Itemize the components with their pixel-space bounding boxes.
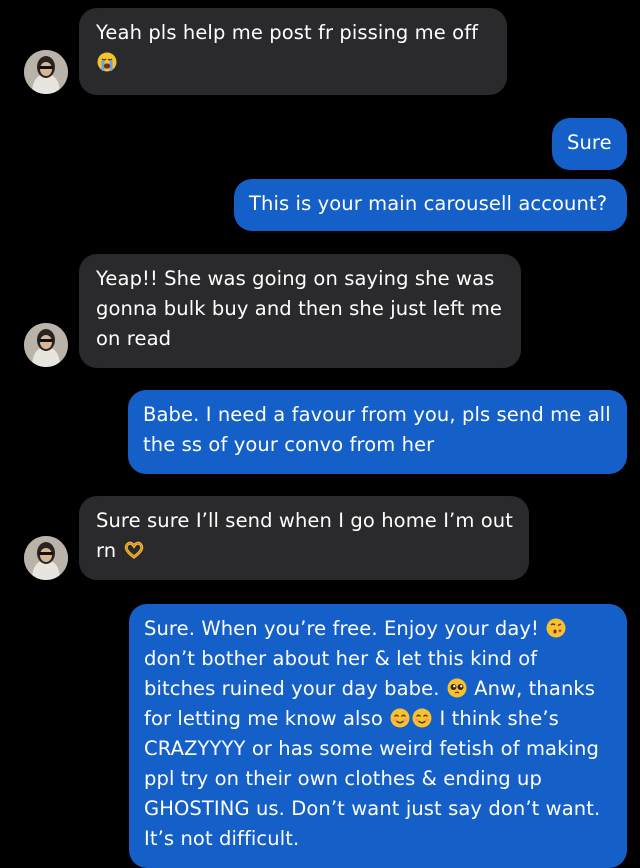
smiling-face-with-smiling-eyes-icon: [412, 708, 432, 728]
outgoing-message-bubble[interactable]: This is your main carousell account?: [234, 179, 627, 231]
message-text: Sure: [567, 131, 612, 154]
outgoing-message-bubble[interactable]: Sure: [552, 118, 627, 170]
contact-avatar[interactable]: [24, 536, 68, 580]
loudly-crying-face-icon: [97, 52, 117, 72]
heart-hands-icon: [124, 540, 144, 560]
outgoing-message-bubble[interactable]: Babe. I need a favour from you, pls send…: [128, 390, 627, 474]
message-text-line: Anw, thanks: [474, 677, 596, 700]
contact-avatar[interactable]: [24, 50, 68, 94]
message-text-line: Sure sure I’ll send when I go home I’m o…: [96, 509, 513, 532]
message-text-line: don’t bother about her & let this kind o…: [144, 647, 538, 670]
message-text-line: bitches ruined your day babe.: [144, 677, 440, 700]
message-text-line: on read: [96, 327, 172, 350]
message-text-line: GHOSTING us. Don’t want just say don’t w…: [144, 797, 601, 820]
pleading-face-icon: [447, 678, 467, 698]
message-text-line: Sure. When you’re free. Enjoy your day!: [144, 617, 539, 640]
message-text-line: I think she’s: [439, 707, 559, 730]
incoming-message-bubble[interactable]: Yeap!! She was going on saying she was g…: [79, 254, 521, 368]
message-text-line: rn: [96, 539, 117, 562]
message-text: Yeah pls help me post fr pissing me off: [96, 21, 479, 44]
incoming-message-bubble[interactable]: Yeah pls help me post fr pissing me off: [79, 8, 507, 95]
message-text-line: CRAZYYYY or has some weird fetish of mak…: [144, 737, 599, 760]
message-text-line: Yeap!! She was going on saying she was: [96, 267, 495, 290]
message-text-line: the ss of your convo from her: [143, 433, 435, 456]
message-text-line: It’s not difficult.: [144, 827, 300, 850]
smiling-face-with-smiling-eyes-icon: [390, 708, 410, 728]
message-text-line: Babe. I need a favour from you, pls send…: [143, 403, 611, 426]
face-blowing-a-kiss-icon: [546, 618, 566, 638]
incoming-message-bubble[interactable]: Sure sure I’ll send when I go home I’m o…: [79, 496, 529, 580]
message-text-line: for letting me know also: [144, 707, 383, 730]
message-text-line: ppl try on their own clothes & ending up: [144, 767, 542, 790]
message-text: This is your main carousell account?: [249, 192, 608, 215]
contact-avatar[interactable]: [24, 323, 68, 367]
outgoing-message-bubble[interactable]: Sure. When you’re free. Enjoy your day! …: [129, 604, 627, 868]
message-text-line: gonna bulk buy and then she just left me: [96, 297, 503, 320]
